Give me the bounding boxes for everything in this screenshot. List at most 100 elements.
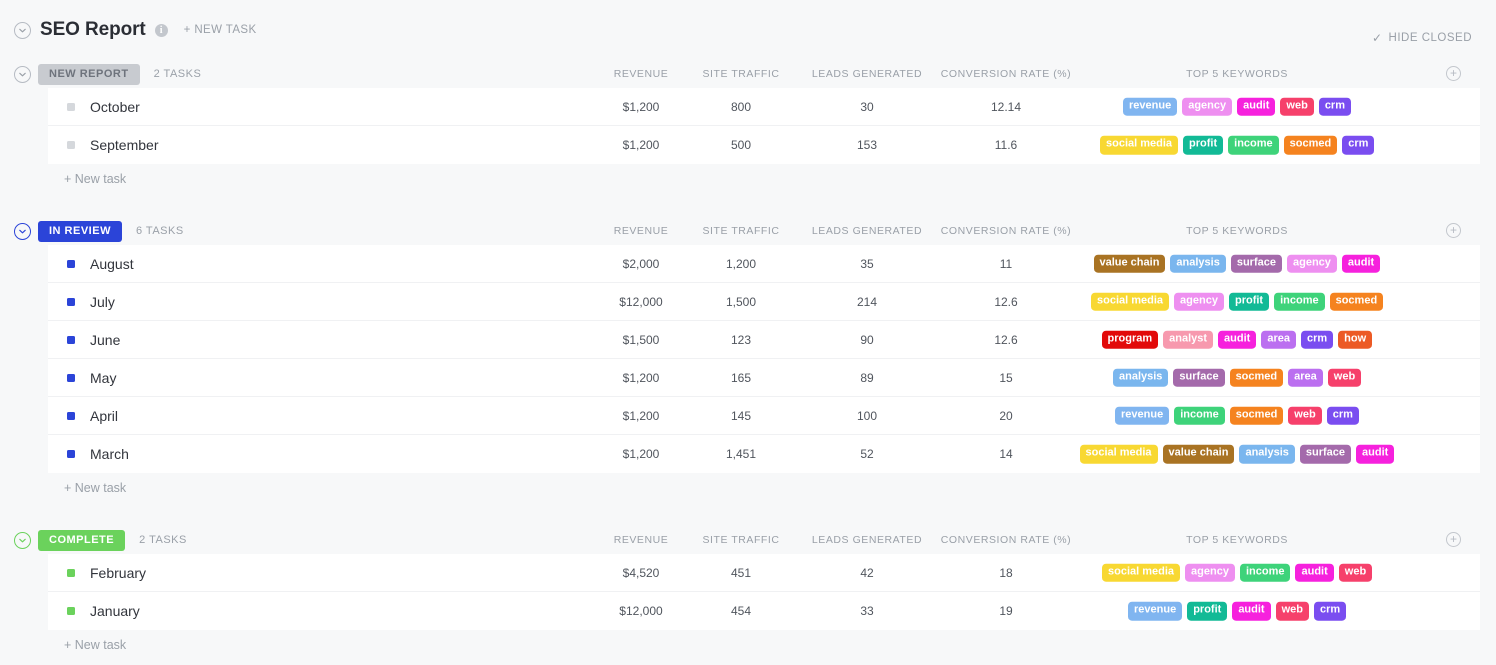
revenue-cell[interactable]: $12,000 [619,604,662,618]
keyword-tag[interactable]: web [1288,406,1321,425]
column-header[interactable]: LEADS GENERATED [812,68,922,80]
site-traffic-cell[interactable]: 800 [731,100,751,114]
keywords-cell[interactable]: social mediavalue chainanalysissurfaceau… [1080,445,1395,464]
keyword-tag[interactable]: surface [1231,254,1282,273]
site-traffic-cell[interactable]: 451 [731,566,751,580]
table-row[interactable]: October$1,2008003012.14revenueagencyaudi… [48,88,1480,126]
keyword-tag[interactable]: analyst [1163,330,1213,349]
keyword-tag[interactable]: area [1288,368,1323,387]
keyword-tag[interactable]: socmed [1330,292,1384,311]
revenue-cell[interactable]: $1,200 [623,447,660,461]
table-row[interactable]: January$12,0004543319revenueprofitauditw… [48,592,1480,630]
column-header[interactable]: SITE TRAFFIC [703,225,780,237]
keyword-tag[interactable]: audit [1232,602,1270,621]
keywords-cell[interactable]: revenueagencyauditwebcrm [1123,97,1351,116]
keyword-tag[interactable]: income [1240,563,1291,582]
keyword-tag[interactable]: web [1339,563,1372,582]
keyword-tag[interactable]: profit [1187,602,1227,621]
keyword-tag[interactable]: value chain [1094,254,1166,273]
keyword-tag[interactable]: value chain [1163,445,1235,464]
keyword-tag[interactable]: crm [1314,602,1346,621]
keyword-tag[interactable]: web [1276,602,1309,621]
new-task-row-button[interactable]: + New task [0,164,1496,194]
task-name[interactable]: January [90,603,140,619]
keyword-tag[interactable]: crm [1301,330,1333,349]
keyword-tag[interactable]: audit [1295,563,1333,582]
keyword-tag[interactable]: web [1280,97,1313,116]
status-dot-icon[interactable] [67,450,75,458]
conversion-rate-cell[interactable]: 12.6 [994,295,1017,309]
keyword-tag[interactable]: social media [1091,292,1169,311]
keyword-tag[interactable]: income [1274,292,1325,311]
keyword-tag[interactable]: area [1261,330,1296,349]
keywords-cell[interactable]: revenue income socmedwebcrm [1115,406,1359,425]
new-task-row-button[interactable]: + New task [0,630,1496,660]
keyword-tag[interactable]: audit [1356,445,1394,464]
keywords-cell[interactable]: social media agency profit income socmed [1091,292,1383,311]
keywords-cell[interactable]: social mediaprofitincomesocmedcrm [1100,136,1374,155]
status-dot-icon[interactable] [67,260,75,268]
status-dot-icon[interactable] [67,607,75,615]
keyword-tag[interactable]: analysis [1170,254,1225,273]
keyword-tag[interactable]: surface [1173,368,1224,387]
status-dot-icon[interactable] [67,298,75,306]
table-row[interactable]: February$4,5204514218social mediaagencyi… [48,554,1480,592]
table-row[interactable]: April$1,20014510020revenueincomesocmedwe… [48,397,1480,435]
keywords-cell[interactable]: value chainanalysissurfaceagencyaudit [1094,254,1381,273]
conversion-rate-cell[interactable]: 12.6 [994,333,1017,347]
keyword-tag[interactable]: social media [1100,136,1178,155]
hide-closed-toggle[interactable]: ✓ HIDE CLOSED [1372,31,1472,45]
site-traffic-cell[interactable]: 165 [731,371,751,385]
site-traffic-cell[interactable]: 1,200 [726,257,756,271]
leads-generated-cell[interactable]: 33 [860,604,873,618]
conversion-rate-cell[interactable]: 14 [999,447,1012,461]
revenue-cell[interactable]: $1,200 [623,100,660,114]
table-row[interactable]: August$2,0001,2003511value chainanalysis… [48,245,1480,283]
table-row[interactable]: May$1,2001658915analysissurfacesocmedare… [48,359,1480,397]
site-traffic-cell[interactable]: 145 [731,409,751,423]
keyword-tag[interactable]: socmed [1284,136,1338,155]
keywords-cell[interactable]: social mediaagencyincomeauditweb [1102,563,1372,582]
keyword-tag[interactable]: social media [1102,563,1180,582]
keyword-tag[interactable]: socmed [1230,406,1284,425]
table-row[interactable]: March$1,2001,4515214social mediavalue ch… [48,435,1480,473]
leads-generated-cell[interactable]: 30 [860,100,873,114]
conversion-rate-cell[interactable]: 15 [999,371,1012,385]
keyword-tag[interactable]: income [1228,136,1279,155]
keyword-tag[interactable]: program [1102,330,1159,349]
keyword-tag[interactable]: web [1328,368,1361,387]
revenue-cell[interactable]: $12,000 [619,295,662,309]
keyword-tag[interactable]: audit [1237,97,1275,116]
keyword-tag[interactable]: socmed [1230,368,1284,387]
leads-generated-cell[interactable]: 42 [860,566,873,580]
site-traffic-cell[interactable]: 123 [731,333,751,347]
keywords-cell[interactable]: analysissurfacesocmedareaweb [1113,368,1361,387]
conversion-rate-cell[interactable]: 12.14 [991,100,1021,114]
keyword-tag[interactable]: income [1174,406,1225,425]
leads-generated-cell[interactable]: 153 [857,138,877,152]
status-dot-icon[interactable] [67,569,75,577]
keyword-tag[interactable]: audit [1342,254,1380,273]
task-name[interactable]: February [90,565,146,581]
new-task-row-button[interactable]: + New task [0,473,1496,503]
keyword-tag[interactable]: audit [1218,330,1256,349]
revenue-cell[interactable]: $1,200 [623,371,660,385]
add-column-button[interactable]: + [1446,532,1461,547]
revenue-cell[interactable]: $4,520 [623,566,660,580]
column-header[interactable]: SITE TRAFFIC [703,68,780,80]
site-traffic-cell[interactable]: 454 [731,604,751,618]
site-traffic-cell[interactable]: 500 [731,138,751,152]
keyword-tag[interactable]: agency [1174,292,1224,311]
keyword-tag[interactable]: surface [1300,445,1351,464]
column-header[interactable]: REVENUE [614,534,669,546]
site-traffic-cell[interactable]: 1,500 [726,295,756,309]
site-traffic-cell[interactable]: 1,451 [726,447,756,461]
keyword-tag[interactable]: profit [1229,292,1269,311]
add-column-button[interactable]: + [1446,223,1461,238]
conversion-rate-cell[interactable]: 18 [999,566,1012,580]
add-column-button[interactable]: + [1446,66,1461,81]
keyword-tag[interactable]: revenue [1115,406,1169,425]
keyword-tag[interactable]: crm [1327,406,1359,425]
keyword-tag[interactable]: crm [1342,136,1374,155]
column-header[interactable]: TOP 5 KEYWORDS [1186,68,1288,80]
